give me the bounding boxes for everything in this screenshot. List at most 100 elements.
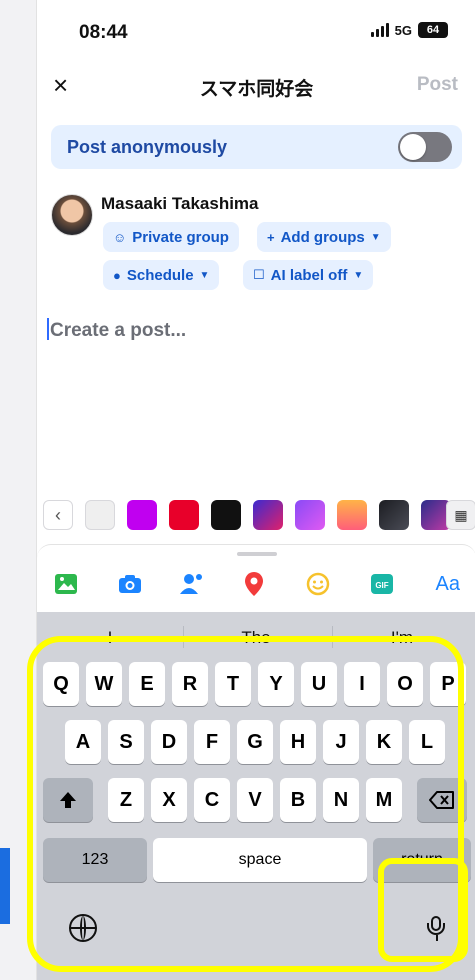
color-swatch[interactable] bbox=[85, 500, 115, 530]
ai-label-chip[interactable]: ☐ AI label off ▼ bbox=[243, 260, 374, 290]
key-k[interactable]: K bbox=[366, 720, 402, 764]
color-swatch[interactable] bbox=[295, 500, 325, 530]
color-swatch[interactable] bbox=[337, 500, 367, 530]
author-section: Masaaki Takashima ☺ Private group + Add … bbox=[51, 192, 462, 302]
suggestion-divider bbox=[332, 626, 333, 648]
background-blue-strip bbox=[0, 848, 10, 924]
add-groups-chip[interactable]: + Add groups ▼ bbox=[257, 222, 391, 252]
network-label: 5G bbox=[394, 22, 412, 38]
camera-icon[interactable] bbox=[115, 569, 145, 599]
key-l[interactable]: L bbox=[409, 720, 445, 764]
schedule-chip[interactable]: ● Schedule ▼ bbox=[103, 260, 220, 290]
mic-arc bbox=[427, 923, 445, 935]
group-icon: ☺ bbox=[113, 229, 127, 245]
return-key[interactable]: return bbox=[373, 838, 471, 882]
key-f[interactable]: F bbox=[194, 720, 230, 764]
composer-header: × スマホ同好会 Post bbox=[37, 64, 475, 108]
suggestion-2[interactable]: The bbox=[191, 628, 321, 648]
microphone-icon[interactable] bbox=[424, 916, 446, 942]
key-w[interactable]: W bbox=[86, 662, 122, 706]
key-a[interactable]: A bbox=[65, 720, 101, 764]
background-color-picker: ‹ ▦ bbox=[37, 500, 475, 540]
delete-key[interactable] bbox=[417, 778, 467, 822]
post-tools-panel: GIF Aa bbox=[37, 544, 475, 611]
shift-key[interactable] bbox=[43, 778, 93, 822]
more-backgrounds-icon[interactable]: ▦ bbox=[446, 500, 475, 530]
group-title: スマホ同好会 bbox=[199, 79, 314, 100]
key-o[interactable]: O bbox=[387, 662, 423, 706]
text-format-button[interactable]: Aa bbox=[436, 573, 460, 596]
photo-icon[interactable] bbox=[51, 569, 81, 599]
private-group-label: Private group bbox=[132, 228, 229, 246]
key-m[interactable]: M bbox=[366, 778, 402, 822]
post-button[interactable]: Post bbox=[417, 74, 458, 96]
feeling-icon[interactable] bbox=[303, 569, 333, 599]
private-group-chip[interactable]: ☺ Private group bbox=[103, 222, 239, 252]
color-swatch[interactable] bbox=[379, 500, 409, 530]
backspace-icon bbox=[429, 791, 454, 809]
onscreen-keyboard: Q W E R T Y U I O P A S D F G H J K L Z … bbox=[37, 648, 475, 980]
signal-icon bbox=[370, 23, 389, 37]
post-anonymously-label: Post anonymously bbox=[67, 137, 228, 157]
tag-people-icon[interactable] bbox=[177, 569, 207, 599]
color-swatch[interactable] bbox=[253, 500, 283, 530]
color-swatch[interactable] bbox=[127, 500, 157, 530]
shift-icon bbox=[60, 792, 76, 808]
key-u[interactable]: U bbox=[301, 662, 337, 706]
suggestion-divider bbox=[183, 626, 184, 648]
post-text-input[interactable]: Create a post... bbox=[47, 318, 186, 342]
key-p[interactable]: P bbox=[430, 662, 466, 706]
chevron-down-icon: ▼ bbox=[353, 269, 364, 281]
key-t[interactable]: T bbox=[215, 662, 251, 706]
key-q[interactable]: Q bbox=[43, 662, 79, 706]
anonymous-toggle[interactable] bbox=[398, 132, 452, 162]
color-swatch[interactable] bbox=[169, 500, 199, 530]
key-i[interactable]: I bbox=[344, 662, 380, 706]
toggle-knob bbox=[400, 134, 426, 160]
space-key[interactable]: space bbox=[153, 838, 367, 882]
key-z[interactable]: Z bbox=[108, 778, 144, 822]
phone-screen: 08:44 5G 64 × スマホ同好会 Post Post anonymous… bbox=[36, 0, 475, 980]
keyboard-suggestion-bar: I The I'm bbox=[37, 612, 475, 650]
status-bar: 08:44 5G 64 bbox=[37, 0, 475, 64]
battery-icon: 64 bbox=[418, 22, 448, 38]
ai-label-label: AI label off bbox=[270, 266, 348, 284]
key-b[interactable]: B bbox=[280, 778, 316, 822]
key-j[interactable]: J bbox=[323, 720, 359, 764]
globe-icon[interactable] bbox=[69, 914, 97, 942]
clock-icon: ● bbox=[113, 267, 121, 283]
key-x[interactable]: X bbox=[151, 778, 187, 822]
ai-label-icon: ☐ bbox=[253, 267, 265, 282]
chevron-down-icon: ▼ bbox=[199, 269, 210, 281]
plus-icon: + bbox=[267, 229, 275, 245]
drag-handle[interactable] bbox=[236, 552, 277, 556]
suggestion-1[interactable]: I bbox=[45, 628, 175, 648]
key-y[interactable]: Y bbox=[258, 662, 294, 706]
add-groups-label: Add groups bbox=[280, 228, 365, 246]
key-d[interactable]: D bbox=[151, 720, 187, 764]
key-n[interactable]: N bbox=[323, 778, 359, 822]
author-name: Masaaki Takashima bbox=[101, 194, 259, 213]
key-c[interactable]: C bbox=[194, 778, 230, 822]
svg-text:GIF: GIF bbox=[375, 581, 388, 590]
swatches-back-icon[interactable]: ‹ bbox=[43, 500, 73, 530]
key-s[interactable]: S bbox=[108, 720, 144, 764]
key-h[interactable]: H bbox=[280, 720, 316, 764]
numbers-key[interactable]: 123 bbox=[43, 838, 147, 882]
key-r[interactable]: R bbox=[172, 662, 208, 706]
home-indicator[interactable] bbox=[186, 967, 327, 972]
suggestion-3[interactable]: I'm bbox=[337, 628, 467, 648]
schedule-label: Schedule bbox=[126, 266, 194, 284]
text-cursor bbox=[47, 318, 49, 340]
location-icon[interactable] bbox=[239, 569, 269, 599]
avatar bbox=[51, 194, 93, 236]
color-swatch[interactable] bbox=[211, 500, 241, 530]
key-g[interactable]: G bbox=[237, 720, 273, 764]
chevron-down-icon: ▼ bbox=[370, 231, 381, 243]
gif-icon[interactable]: GIF bbox=[367, 569, 397, 599]
post-anonymously-row: Post anonymously bbox=[51, 125, 462, 169]
mic-stem bbox=[436, 935, 438, 941]
post-placeholder: Create a post... bbox=[50, 320, 187, 341]
key-e[interactable]: E bbox=[129, 662, 165, 706]
key-v[interactable]: V bbox=[237, 778, 273, 822]
